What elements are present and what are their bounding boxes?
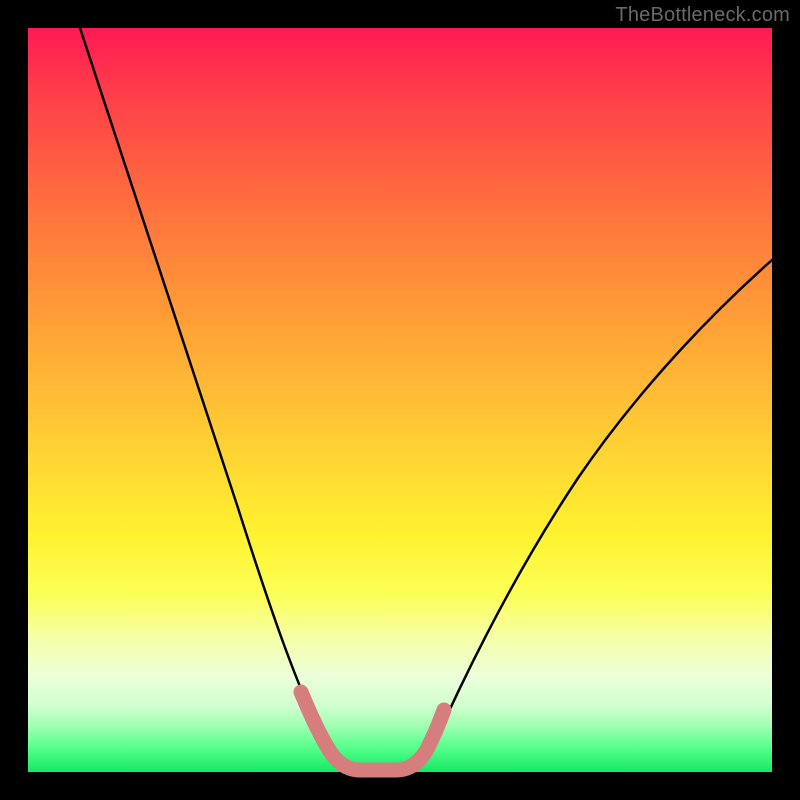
watermark-text: TheBottleneck.com — [615, 4, 790, 27]
highlight-band — [301, 692, 444, 770]
chart-frame: TheBottleneck.com — [0, 0, 800, 800]
curve-layer — [28, 28, 772, 772]
bottleneck-curve — [80, 28, 772, 770]
plot-area — [28, 28, 772, 772]
